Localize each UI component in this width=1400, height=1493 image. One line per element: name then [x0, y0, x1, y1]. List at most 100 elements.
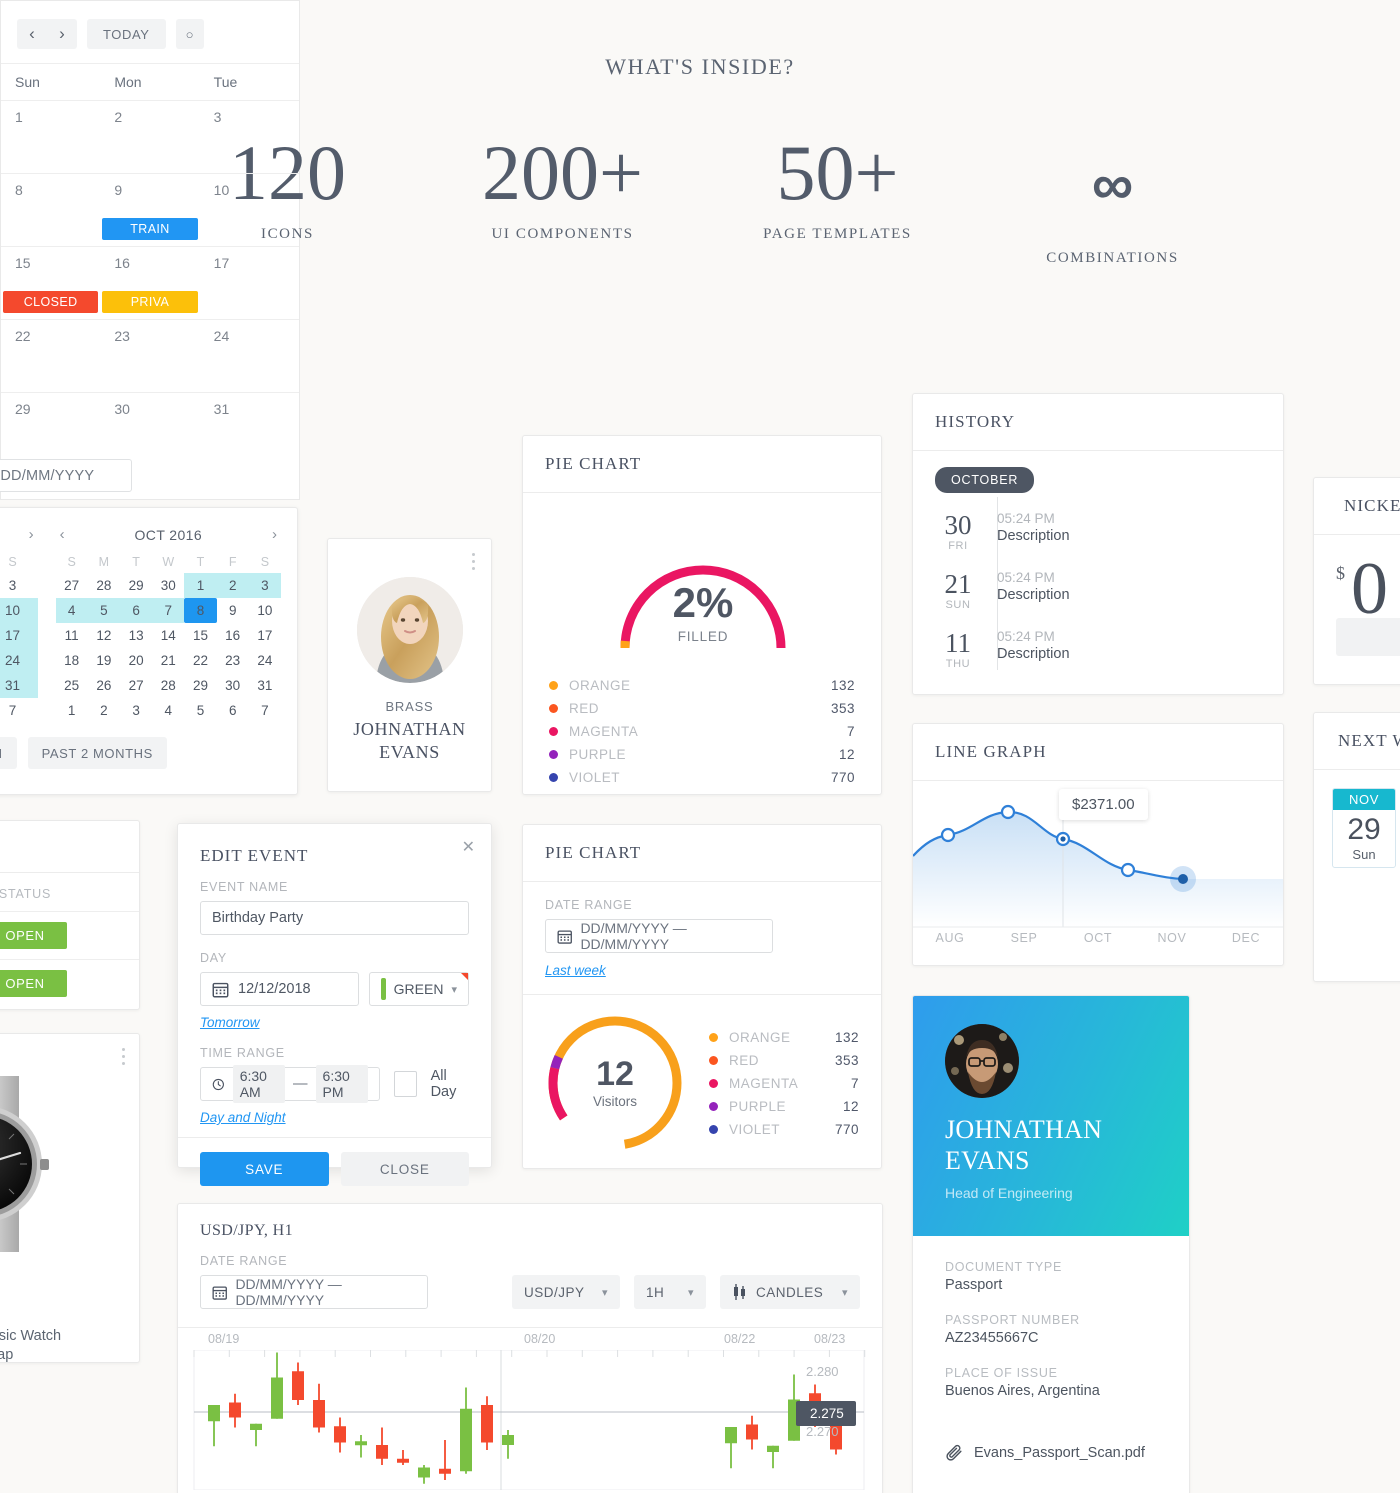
calendar-presets[interactable]: EKPAST MONTHPAST 2 MONTHS: [0, 737, 281, 769]
calendar-day-cell[interactable]: 8: [1, 174, 100, 246]
calendar-day[interactable]: 3: [0, 573, 38, 598]
calendar-day[interactable]: 4: [55, 598, 88, 623]
calendar-extra-button[interactable]: ○: [175, 19, 205, 49]
calendar-day[interactable]: 14: [152, 623, 184, 648]
calendar-preset-button[interactable]: PAST 2 MONTHS: [27, 737, 167, 769]
calendar-day[interactable]: 29: [184, 673, 216, 698]
calendar-day[interactable]: 20: [120, 648, 152, 673]
calendar-day[interactable]: 17: [0, 623, 38, 648]
close-button[interactable]: CLOSE: [340, 1152, 469, 1186]
calendar-next-icon[interactable]: ›: [47, 19, 77, 49]
calendar-day[interactable]: 3: [120, 698, 152, 723]
attachment-row[interactable]: Evans_Passport_Scan.pdf: [913, 1443, 1189, 1462]
day-and-night-link[interactable]: Day and Night: [200, 1110, 286, 1125]
calendar-prev-icon[interactable]: ‹: [17, 19, 47, 49]
calendar-day[interactable]: 23: [217, 648, 249, 673]
history-item[interactable]: 11 THU 05:24 PM Description: [935, 629, 1261, 670]
calendar-day[interactable]: 6: [119, 598, 153, 623]
calendar-day[interactable]: 25: [56, 673, 88, 698]
calendar-day[interactable]: 12: [88, 623, 120, 648]
time-range-field[interactable]: 6:30 AM — 6:30 PM: [200, 1065, 381, 1103]
calendar-day[interactable]: 29: [120, 573, 152, 598]
calendar-weeks[interactable]: 1 2 3 8 9 TRAIN 10 15 CLOSED 16 PRIVA 17 22 23 24 29 30 3…: [1, 100, 299, 465]
calendar-preset-button[interactable]: PAST MONTH: [0, 737, 17, 769]
calendar-day[interactable]: 16: [217, 623, 249, 648]
calendar-day-cell[interactable]: 1: [1, 101, 100, 173]
profile-card[interactable]: BRASS JOHNATHAN EVANS: [327, 538, 492, 792]
calendar-event-badge[interactable]: PRIVA: [102, 291, 198, 313]
calendar-day[interactable]: 27: [56, 573, 88, 598]
calendar-month-left[interactable]: T 2014 › WTFS 30123789101415161721222324…: [0, 526, 38, 723]
date-range-input[interactable]: DD/MM/YYYY — DD/MM/YYYY: [545, 919, 773, 953]
calendar-day[interactable]: 10: [0, 598, 38, 623]
calendar-day[interactable]: 15: [184, 623, 216, 648]
calendar-day[interactable]: 7: [0, 698, 38, 723]
calendar-day[interactable]: 5: [87, 598, 120, 623]
chart-type-select[interactable]: CANDLES ▾: [720, 1275, 860, 1309]
calendar-day[interactable]: 13: [120, 623, 152, 648]
date-tile[interactable]: NOV 29 Sun: [1332, 788, 1396, 868]
calendar-day-cell[interactable]: 30: [100, 393, 199, 465]
calendar-day[interactable]: 2: [88, 698, 120, 723]
calendar-day[interactable]: 30: [152, 573, 184, 598]
pair-select[interactable]: USD/JPY ▾: [512, 1275, 620, 1309]
last-week-link[interactable]: Last week: [545, 963, 606, 978]
calendar-day-cell[interactable]: 17: [200, 247, 299, 319]
calendar-day-cell[interactable]: 31: [200, 393, 299, 465]
time-to[interactable]: 6:30 PM: [315, 1065, 369, 1103]
calendar-day[interactable]: 9: [217, 598, 249, 623]
calendar-nav[interactable]: ‹ ›: [17, 19, 77, 49]
calendar-day[interactable]: 21: [152, 648, 184, 673]
table-row[interactable]: OPEN: [0, 959, 139, 1007]
calendar-day[interactable]: 11: [56, 623, 88, 648]
calendar-day-cell[interactable]: 3: [200, 101, 299, 173]
all-day-checkbox[interactable]: [394, 1071, 417, 1097]
nickel-button[interactable]: [1336, 618, 1400, 656]
calendar-day[interactable]: 27: [120, 673, 152, 698]
day-field[interactable]: 12/12/2018: [200, 972, 359, 1006]
event-name-field[interactable]: Birthday Party: [200, 901, 469, 935]
history-item[interactable]: 21 SUN 05:24 PM Description: [935, 570, 1261, 611]
save-button[interactable]: SAVE: [200, 1152, 329, 1186]
calendar-day[interactable]: 3: [248, 573, 281, 598]
calendar-day[interactable]: 4: [152, 698, 184, 723]
calendar-next-icon[interactable]: ›: [272, 526, 277, 543]
calendar-day-cell[interactable]: 10: [200, 174, 299, 246]
calendar-day[interactable]: 30: [217, 673, 249, 698]
calendar-month-right[interactable]: ‹ OCT 2016 › SMTWTFS 27 28 29 30 1 2 3 4 5 6 7 8 9 10…: [55, 526, 281, 723]
calendar-day-cell[interactable]: 29: [1, 393, 100, 465]
color-select[interactable]: GREEN ▾: [369, 972, 469, 1006]
calendar-day[interactable]: 10: [249, 598, 281, 623]
calendar-day[interactable]: 17: [249, 623, 281, 648]
calendar-event-badge[interactable]: TRAIN: [102, 218, 198, 240]
calendar-day-cell[interactable]: 22: [1, 320, 100, 392]
today-button[interactable]: TODAY: [87, 19, 166, 49]
calendar-day[interactable]: 31: [249, 673, 281, 698]
calendar-day[interactable]: 8: [184, 598, 217, 623]
calendar-day[interactable]: 22: [184, 648, 216, 673]
close-icon[interactable]: ✕: [462, 840, 475, 856]
date-range-picker[interactable]: T 2014 › WTFS 30123789101415161721222324…: [0, 507, 298, 795]
calendar-day-cell[interactable]: 15 CLOSED: [1, 247, 100, 319]
calendar-grid-right[interactable]: SMTWTFS 27 28 29 30 1 2 3 4 5 6 7 8 9 10 11 12 13 14 15 16 1…: [55, 551, 281, 723]
tomorrow-link[interactable]: Tomorrow: [200, 1015, 260, 1030]
calendar-day[interactable]: 1: [184, 573, 217, 598]
calendar-day[interactable]: 31: [0, 673, 38, 698]
time-from[interactable]: 6:30 AM: [232, 1065, 286, 1103]
calendar-day[interactable]: 7: [152, 598, 185, 623]
calendar-day[interactable]: 19: [88, 648, 120, 673]
calendar-day-cell[interactable]: 2: [100, 101, 199, 173]
calendar-day-cell[interactable]: 24: [200, 320, 299, 392]
calendar-day[interactable]: 1: [56, 698, 88, 723]
calendar-day[interactable]: 6: [217, 698, 249, 723]
vertical-dots-icon[interactable]: [472, 553, 475, 574]
calendar-day[interactable]: 24: [0, 648, 38, 673]
calendar-day-cell[interactable]: 16 PRIVA: [100, 247, 199, 319]
history-item[interactable]: 30 FRI 05:24 PM Description: [935, 511, 1261, 552]
calendar-day-cell[interactable]: 23: [100, 320, 199, 392]
calendar-day[interactable]: 18: [56, 648, 88, 673]
calendar-day[interactable]: 2: [216, 573, 249, 598]
calendar-grid-left[interactable]: WTFS 30123789101415161721222324282930314…: [0, 551, 38, 723]
calendar-day[interactable]: 28: [152, 673, 184, 698]
calendar-day[interactable]: 26: [88, 673, 120, 698]
